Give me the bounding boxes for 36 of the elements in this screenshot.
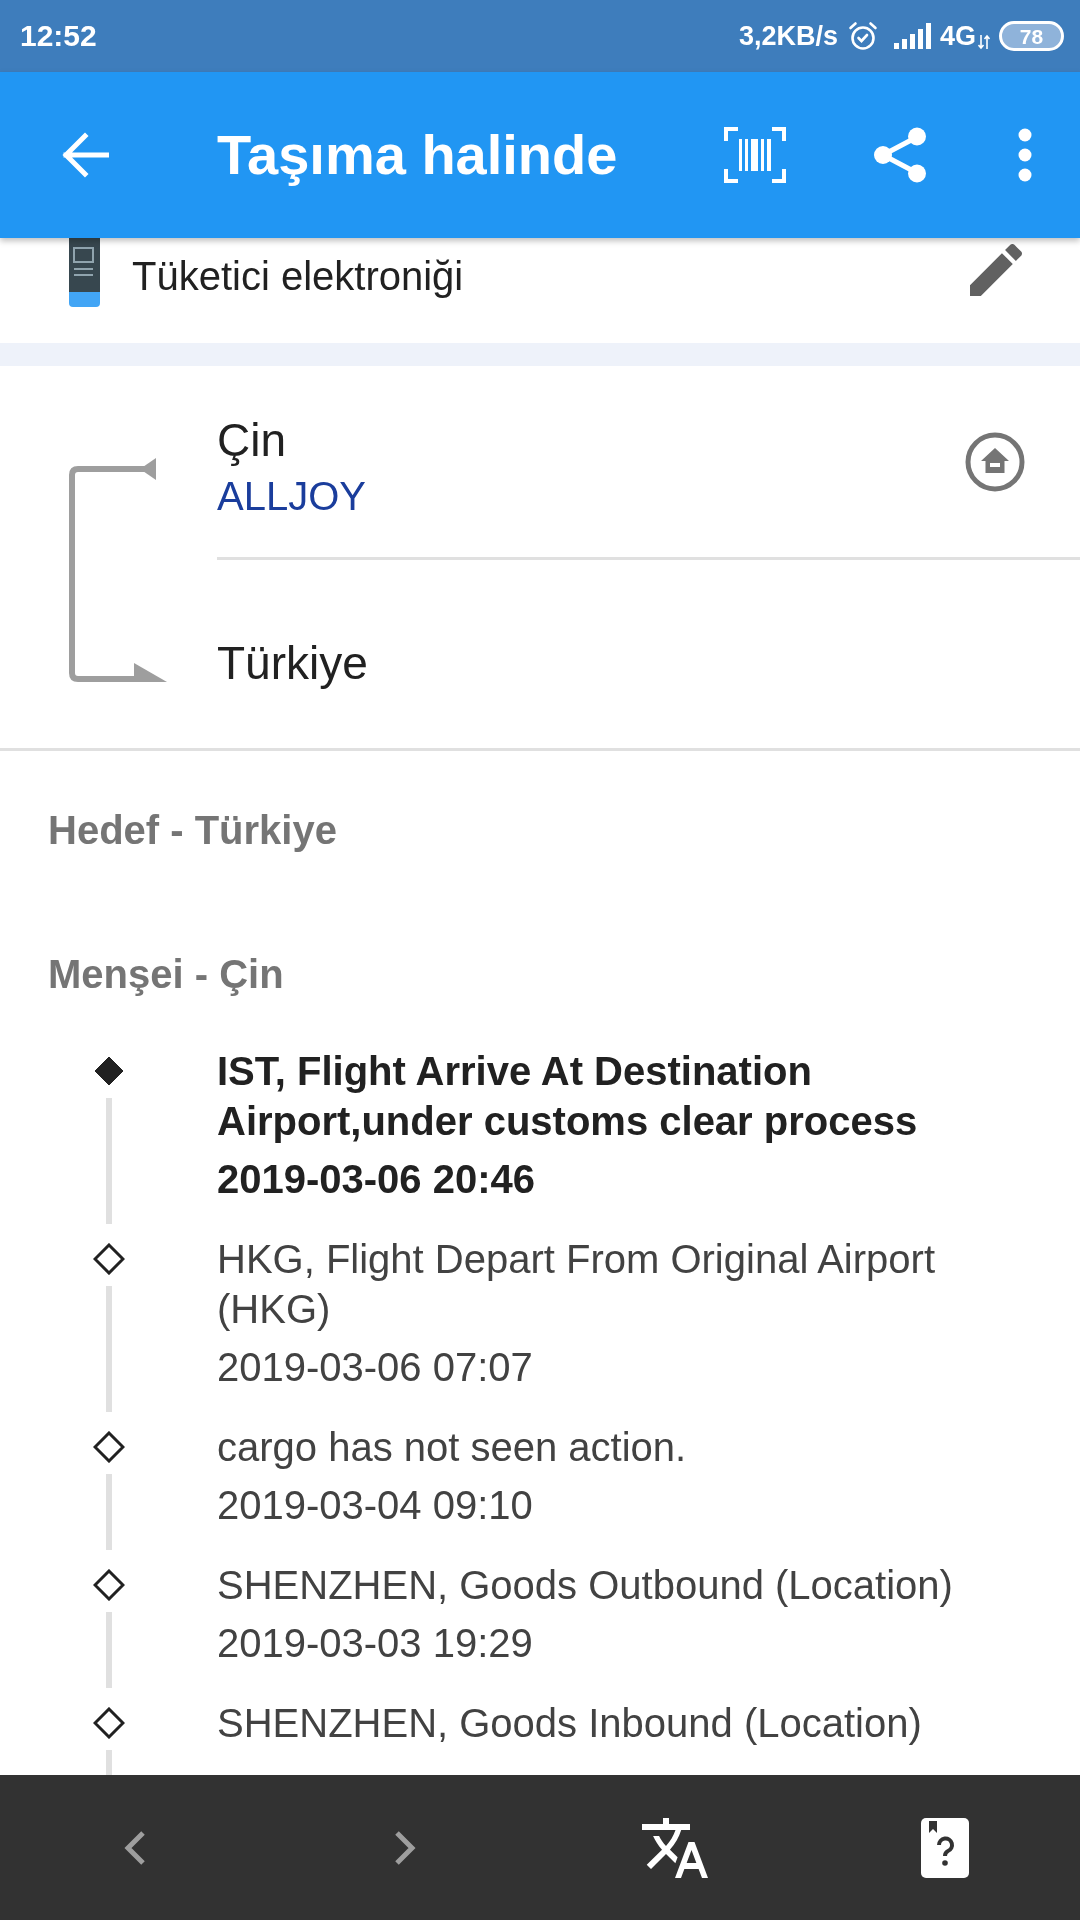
share-icon bbox=[873, 127, 927, 183]
signal-icon bbox=[893, 23, 932, 49]
event-description: HKG, Flight Depart From Original Airport (HKG) bbox=[217, 1236, 936, 1333]
data-arrows-icon bbox=[978, 34, 990, 50]
chevron-left-icon bbox=[123, 1829, 147, 1866]
pencil-icon bbox=[970, 244, 1022, 296]
device-icon bbox=[69, 238, 100, 307]
alarm-icon bbox=[847, 21, 878, 51]
translate-icon bbox=[642, 1817, 708, 1878]
carrier-link[interactable]: ALLJOY bbox=[217, 468, 366, 524]
back-arrow-icon bbox=[61, 131, 109, 179]
event-time: 2019-03-03 19:29 bbox=[217, 1620, 533, 1667]
origin-country: Çin bbox=[217, 413, 287, 468]
status-time: 12:52 bbox=[20, 21, 97, 51]
page-title: Taşıma halinde bbox=[217, 123, 618, 187]
event-time: 2019-03-06 07:07 bbox=[217, 1344, 533, 1391]
event-time: 2019-03-06 20:46 bbox=[217, 1156, 536, 1203]
battery-indicator: 78 bbox=[999, 21, 1064, 51]
network-type: 4G bbox=[939, 22, 976, 50]
category-label: Tüketici elektroniği bbox=[132, 253, 464, 300]
event-description: SHENZHEN, Goods Inbound (Location) bbox=[217, 1700, 922, 1747]
barcode-scan-icon bbox=[724, 127, 786, 183]
event-time: 2019-03-04 09:10 bbox=[217, 1482, 533, 1529]
network-speed: 3,2KB/s bbox=[738, 22, 838, 50]
book-question-icon bbox=[921, 1817, 969, 1878]
event-description: cargo has not seen action. bbox=[217, 1424, 687, 1471]
destination-heading: Hedef - Türkiye bbox=[48, 807, 337, 854]
edit-button[interactable] bbox=[970, 244, 1022, 296]
event-description: IST, Flight Arrive At Destination Airport,under customs clear process bbox=[217, 1048, 919, 1145]
origin-heading: Menşei - Çin bbox=[48, 951, 284, 998]
chevron-right-icon bbox=[393, 1829, 417, 1866]
more-vertical-icon bbox=[1018, 128, 1032, 182]
home-circle-icon bbox=[965, 432, 1025, 492]
home-button[interactable] bbox=[965, 432, 1025, 492]
event-description: SHENZHEN, Goods Outbound (Location) bbox=[217, 1562, 953, 1609]
destination-country: Türkiye bbox=[217, 636, 368, 691]
